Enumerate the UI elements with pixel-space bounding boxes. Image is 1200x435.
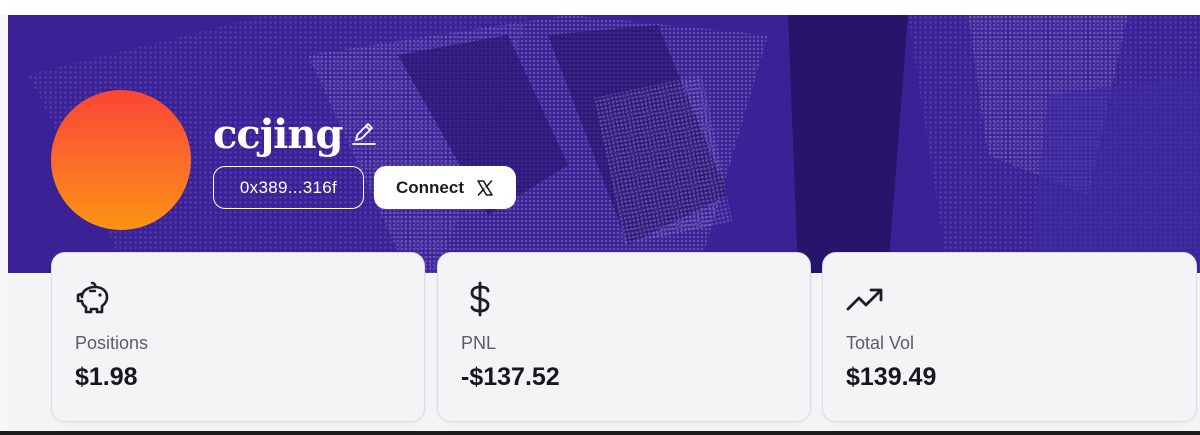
profile-page: ccjing 0x389...316f Connect Positions $1… — [0, 0, 1200, 435]
username: ccjing — [213, 111, 343, 158]
stat-card-pnl: PNL -$137.52 — [437, 252, 811, 422]
connect-x-button[interactable]: Connect — [374, 166, 516, 209]
trending-up-icon — [846, 288, 883, 311]
stat-card-positions: Positions $1.98 — [51, 252, 425, 422]
piggy-bank-icon — [76, 281, 109, 314]
stat-label: Total Vol — [846, 333, 915, 353]
pencil-edit-icon[interactable] — [350, 120, 378, 148]
connect-label: Connect — [396, 177, 464, 197]
wallet-address-button[interactable]: 0x389...316f — [213, 166, 364, 209]
avatar — [51, 90, 191, 230]
stat-label: PNL — [461, 333, 497, 353]
dollar-icon — [470, 281, 490, 317]
top-strip — [0, 0, 1200, 15]
stat-value: -$137.52 — [461, 363, 560, 391]
stat-value: $139.49 — [846, 363, 937, 391]
stat-card-total-vol: Total Vol $139.49 — [822, 252, 1197, 422]
left-edge — [0, 15, 8, 435]
x-logo-icon — [477, 179, 493, 196]
stat-value: $1.98 — [75, 363, 138, 391]
stat-label: Positions — [75, 333, 149, 353]
bottom-border — [0, 431, 1200, 435]
